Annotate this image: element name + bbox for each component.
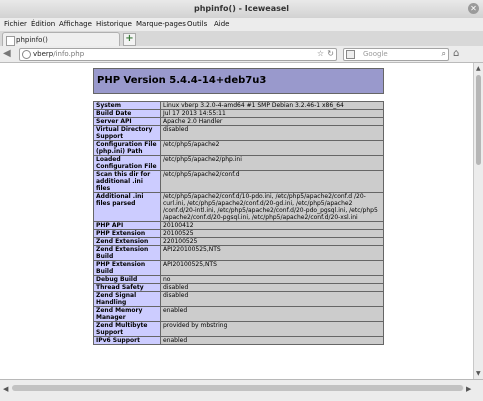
php-version-header: PHP Version 5.4.4-14+deb7u3 <box>93 68 384 94</box>
row-key: Virtual Directory Support <box>93 125 161 141</box>
tab-label: phpinfo() <box>16 36 48 44</box>
tab-bar: phpinfo() + <box>0 31 483 47</box>
search-icon[interactable]: ⌕ <box>442 49 446 59</box>
navigation-bar: ◀ vberp/info.php ☆ ↻ Google ⌕ ⌂ <box>0 46 483 63</box>
row-key: PHP Extension Build <box>93 260 161 276</box>
row-key: System <box>93 101 161 110</box>
row-key: Configuration File (php.ini) Path <box>93 140 161 156</box>
row-key: IPv6 Support <box>93 336 161 345</box>
row-value: Jul 17 2013 14:55:11 <box>160 109 384 118</box>
row-value: enabled <box>160 306 384 322</box>
row-value: /etc/php5/apache2/php.ini <box>160 155 384 171</box>
search-engine-icon[interactable] <box>346 50 355 59</box>
table-row: Zend Multibyte Support provided by mbstri… <box>93 321 384 337</box>
scroll-right-arrow-icon[interactable]: ▶ <box>466 385 471 393</box>
row-key: Zend Extension <box>93 237 161 246</box>
scroll-up-arrow-icon[interactable]: ▲ <box>476 65 481 72</box>
url-path: /info.php <box>53 50 85 58</box>
menu-fichier[interactable]: Fichier <box>4 20 27 28</box>
url-bar[interactable]: vberp/info.php ☆ ↻ <box>19 48 337 61</box>
menu-affichage[interactable]: Affichage <box>59 20 92 28</box>
table-row: System Linux vberp 3.2.0-4-amd64 #1 SMP D… <box>93 101 384 110</box>
table-row: Zend Extension 220100525 <box>93 237 384 246</box>
menu-historique[interactable]: Historique <box>96 20 132 28</box>
row-key: PHP API <box>93 221 161 230</box>
table-row: Virtual Directory Support disabled <box>93 125 384 141</box>
url-host: vberp <box>33 50 54 58</box>
row-value: disabled <box>160 125 384 141</box>
row-value: 20100412 <box>160 221 384 230</box>
table-row: PHP API 20100412 <box>93 221 384 230</box>
table-row: Zend Signal Handling disabled <box>93 291 384 307</box>
back-arrow-icon[interactable]: ◀ <box>3 48 15 60</box>
table-row: Zend Extension Build API220100525,NTS <box>93 245 384 261</box>
row-key: Thread Safety <box>93 283 161 292</box>
table-row: Additional .ini files parsed/etc/php5/ap… <box>93 192 384 222</box>
table-row: Thread Safety disabled <box>93 283 384 292</box>
table-row: Configuration File (php.ini) Path/etc/ph… <box>93 140 384 156</box>
row-key: Server API <box>93 117 161 126</box>
row-key: Build Date <box>93 109 161 118</box>
scroll-down-arrow-icon[interactable]: ▼ <box>476 370 481 377</box>
row-value: /etc/php5/apache2/conf.d <box>160 170 384 193</box>
table-row: PHP Extension Build API20100525,NTS <box>93 260 384 276</box>
row-value: no <box>160 275 384 284</box>
row-key: Loaded Configuration File <box>93 155 161 171</box>
search-placeholder: Google <box>363 50 388 58</box>
home-icon[interactable]: ⌂ <box>453 48 459 59</box>
page-content: PHP Version 5.4.4-14+deb7u3 System Linux … <box>0 63 473 379</box>
menu-bar: Fichier Édition Affichage Historique Mar… <box>0 18 483 31</box>
close-window-button[interactable]: ✕ <box>468 3 479 14</box>
reload-icon[interactable]: ↻ <box>327 49 334 58</box>
table-row: PHP Extension 20100525 <box>93 229 384 238</box>
row-value: provided by mbstring <box>160 321 384 337</box>
row-value: API220100525,NTS <box>160 245 384 261</box>
globe-icon <box>22 50 31 59</box>
page-icon <box>6 36 15 46</box>
row-key: Zend Multibyte Support <box>93 321 161 337</box>
menu-marque-pages[interactable]: Marque-pages <box>136 20 186 28</box>
row-value: enabled <box>160 336 384 345</box>
row-value: Linux vberp 3.2.0-4-amd64 #1 SMP Debian … <box>160 101 384 110</box>
row-value: /etc/php5/apache2/conf.d/10-pdo.ini, /et… <box>160 192 384 222</box>
row-value: /etc/php5/apache2 <box>160 140 384 156</box>
php-version-title: PHP Version 5.4.4-14+deb7u3 <box>97 75 267 86</box>
scroll-left-arrow-icon[interactable]: ◀ <box>3 385 8 393</box>
menu-edition[interactable]: Édition <box>31 20 55 28</box>
row-key: PHP Extension <box>93 229 161 238</box>
row-value: 20100525 <box>160 229 384 238</box>
menu-outils[interactable]: Outils <box>187 20 207 28</box>
table-row: Server API Apache 2.0 Handler <box>93 117 384 126</box>
horizontal-scrollbar: ◀ ▶ <box>0 379 483 401</box>
table-row: Zend Memory Manager enabled <box>93 306 384 322</box>
search-box[interactable]: Google ⌕ <box>343 48 449 61</box>
row-key: Zend Signal Handling <box>93 291 161 307</box>
row-value: API20100525,NTS <box>160 260 384 276</box>
row-key: Zend Extension Build <box>93 245 161 261</box>
bookmark-star-icon[interactable]: ☆ <box>317 49 324 58</box>
menu-aide[interactable]: Aide <box>214 20 229 28</box>
table-row: Scan this dir for additional .ini files /… <box>93 170 384 193</box>
table-row: Debug Build no <box>93 275 384 284</box>
window-title: phpinfo() - Iceweasel <box>193 4 290 13</box>
row-value: disabled <box>160 283 384 292</box>
row-key: Debug Build <box>93 275 161 284</box>
table-row: Loaded Configuration File/etc/php5/apach… <box>93 155 384 171</box>
horizontal-scroll-thumb[interactable] <box>12 385 463 391</box>
row-value: 220100525 <box>160 237 384 246</box>
vertical-scrollbar[interactable]: ▲ ▼ <box>473 63 483 379</box>
row-key: Additional .ini files parsed <box>93 192 161 222</box>
table-row: Build Date Jul 17 2013 14:55:11 <box>93 109 384 118</box>
table-row: IPv6 Support enabled <box>93 336 384 345</box>
scrollbar-thumb[interactable] <box>476 75 481 165</box>
tab-phpinfo[interactable]: phpinfo() <box>2 32 120 47</box>
row-value: disabled <box>160 291 384 307</box>
row-key: Scan this dir for additional .ini files <box>93 170 161 193</box>
row-value: Apache 2.0 Handler <box>160 117 384 126</box>
title-bar: phpinfo() - Iceweasel ✕ <box>0 0 483 19</box>
phpinfo-table: System Linux vberp 3.2.0-4-amd64 #1 SMP D… <box>93 101 384 345</box>
row-key: Zend Memory Manager <box>93 306 161 322</box>
new-tab-button[interactable]: + <box>123 33 136 46</box>
url-text[interactable]: vberp/info.php <box>33 50 84 58</box>
